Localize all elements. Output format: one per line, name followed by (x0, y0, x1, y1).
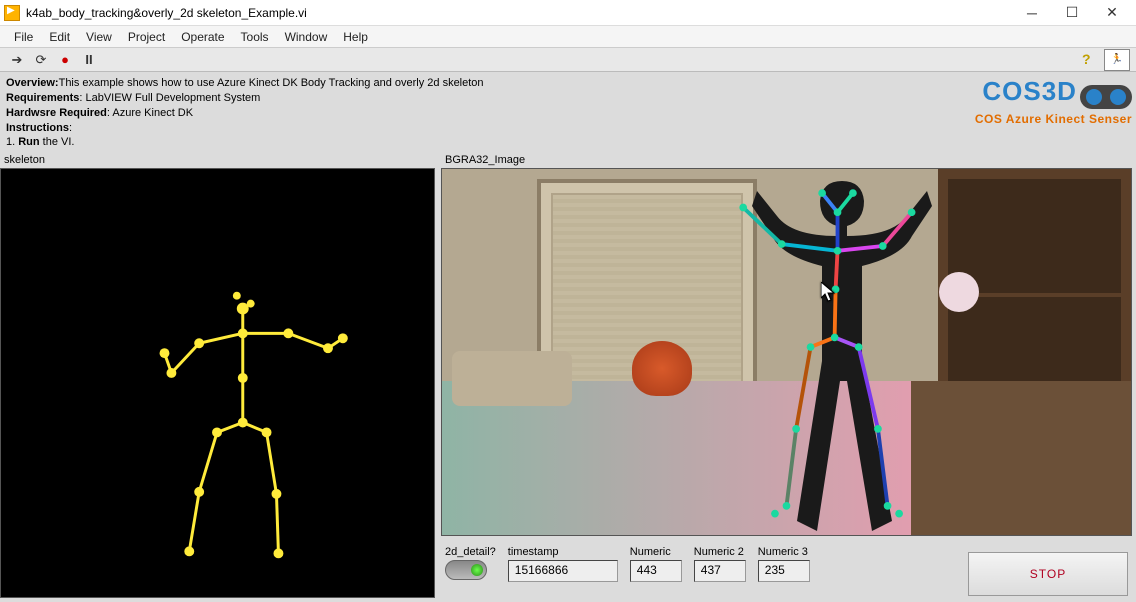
main-content: skeleton (0, 152, 1136, 602)
menu-file[interactable]: File (6, 28, 41, 46)
skeleton-label: skeleton (0, 152, 435, 168)
detail-control: 2d_detail? (445, 546, 496, 580)
abort-button[interactable]: ● (54, 50, 76, 70)
camera-panel: BGRA32_Image (437, 152, 1136, 602)
stop-button[interactable]: STOP (968, 552, 1128, 596)
window-titlebar: k4ab_body_tracking&overly_2d skeleton_Ex… (0, 0, 1136, 26)
numeric-label: Numeric (630, 546, 682, 558)
camera-view (441, 168, 1132, 536)
menu-edit[interactable]: Edit (41, 28, 78, 46)
numeric-control: Numeric 443 (630, 546, 682, 582)
numeric3-control: Numeric 3 235 (758, 546, 810, 582)
numeric3-label: Numeric 3 (758, 546, 810, 558)
requirements-label: Requirements (6, 92, 79, 104)
menu-help[interactable]: Help (335, 28, 376, 46)
skeleton-panel: skeleton (0, 152, 437, 602)
menu-tools[interactable]: Tools (233, 28, 277, 46)
minimize-button[interactable]: ─ (1012, 0, 1052, 26)
numeric2-control: Numeric 2 437 (694, 546, 746, 582)
instructions-label: Instructions (6, 122, 69, 134)
run-button[interactable]: ➔ (6, 50, 28, 70)
toolbar: ➔ ⟳ ● II ? 🏃 (0, 48, 1136, 72)
numeric2-label: Numeric 2 (694, 546, 746, 558)
overview-text: This example shows how to use Azure Kine… (59, 77, 484, 89)
info-panel: Overview:This example shows how to use A… (0, 72, 1136, 152)
menu-operate[interactable]: Operate (173, 28, 232, 46)
run-continuous-button[interactable]: ⟳ (30, 50, 52, 70)
instructions-colon: : (69, 122, 72, 134)
window-controls: ─ ☐ ✕ (1012, 0, 1132, 26)
menu-project[interactable]: Project (120, 28, 173, 46)
logo-pill-icon (1080, 85, 1132, 109)
window-title: k4ab_body_tracking&overly_2d skeleton_Ex… (26, 6, 1012, 20)
labview-app-icon (4, 5, 20, 21)
skeleton-view (0, 168, 435, 598)
close-button[interactable]: ✕ (1092, 0, 1132, 26)
menu-view[interactable]: View (78, 28, 120, 46)
timestamp-control: timestamp 15166866 (508, 546, 618, 582)
skeleton-overlay-icon (442, 169, 1131, 535)
timestamp-label: timestamp (508, 546, 618, 558)
context-help-icon[interactable]: ? (1082, 51, 1100, 69)
hardware-text: : Azure Kinect DK (107, 107, 193, 119)
overview-label: Overview: (6, 77, 59, 89)
maximize-button[interactable]: ☐ (1052, 0, 1092, 26)
logo: COS3D COS Azure Kinect Senser (975, 74, 1132, 127)
controls-row: 2d_detail? timestamp 15166866 Numeric 44… (441, 542, 1132, 598)
logo-subtitle: COS Azure Kinect Senser (975, 111, 1132, 127)
logo-text: COS3D (982, 76, 1077, 106)
detail-label: 2d_detail? (445, 546, 496, 558)
detail-toggle[interactable] (445, 560, 487, 580)
menu-window[interactable]: Window (277, 28, 336, 46)
numeric2-value[interactable]: 437 (694, 560, 746, 582)
requirements-text: : LabVIEW Full Development System (79, 92, 260, 104)
pause-button[interactable]: II (78, 50, 100, 70)
hardware-label: Hardwsre Required (6, 107, 107, 119)
numeric-value[interactable]: 443 (630, 560, 682, 582)
image-label: BGRA32_Image (441, 152, 1132, 168)
skeleton-2d-icon (1, 169, 434, 597)
timestamp-value[interactable]: 15166866 (508, 560, 618, 582)
numeric3-value[interactable]: 235 (758, 560, 810, 582)
vi-icon[interactable]: 🏃 (1104, 49, 1130, 71)
menu-bar: File Edit View Project Operate Tools Win… (0, 26, 1136, 48)
